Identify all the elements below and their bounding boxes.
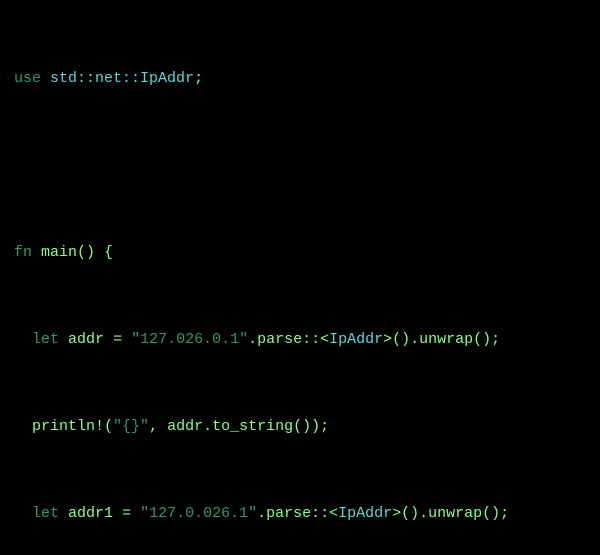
string-literal: "127.026.0.1" bbox=[131, 331, 248, 348]
use-path: std::net::IpAddr bbox=[50, 70, 194, 87]
comma: , bbox=[149, 418, 167, 435]
type-ipaddr: IpAddr bbox=[329, 331, 383, 348]
string-literal: "127.0.026.1" bbox=[140, 505, 257, 522]
equals: = bbox=[113, 505, 140, 522]
fn-open: () { bbox=[77, 244, 113, 261]
parse-close: >().unwrap(); bbox=[392, 505, 509, 522]
equals: = bbox=[104, 331, 131, 348]
parse-close: >().unwrap(); bbox=[383, 331, 500, 348]
open-paren: ( bbox=[104, 418, 113, 435]
code-editor: use std::net::IpAddr; fn main() { let ad… bbox=[0, 0, 600, 555]
parse-call: .parse::< bbox=[248, 331, 329, 348]
var-name: addr bbox=[68, 331, 104, 348]
code-line: use std::net::IpAddr; bbox=[0, 64, 600, 93]
var-name: addr1 bbox=[68, 505, 113, 522]
to-string-call: .to_string()); bbox=[203, 418, 329, 435]
fmt-string: "{}" bbox=[113, 418, 149, 435]
semicolon: ; bbox=[194, 70, 203, 87]
println-macro: println! bbox=[32, 418, 104, 435]
keyword-use: use bbox=[14, 70, 41, 87]
parse-call: .parse::< bbox=[257, 505, 338, 522]
keyword-let: let bbox=[32, 331, 59, 348]
keyword-let: let bbox=[32, 505, 59, 522]
var-ref: addr bbox=[167, 418, 203, 435]
code-line: fn main() { bbox=[0, 238, 600, 267]
blank-line bbox=[0, 151, 600, 180]
code-line: let addr1 = "127.0.026.1".parse::<IpAddr… bbox=[0, 499, 600, 528]
fn-name: main bbox=[41, 244, 77, 261]
code-line: println!("{}", addr.to_string()); bbox=[0, 412, 600, 441]
type-ipaddr: IpAddr bbox=[338, 505, 392, 522]
code-line: let addr = "127.026.0.1".parse::<IpAddr>… bbox=[0, 325, 600, 354]
keyword-fn: fn bbox=[14, 244, 32, 261]
